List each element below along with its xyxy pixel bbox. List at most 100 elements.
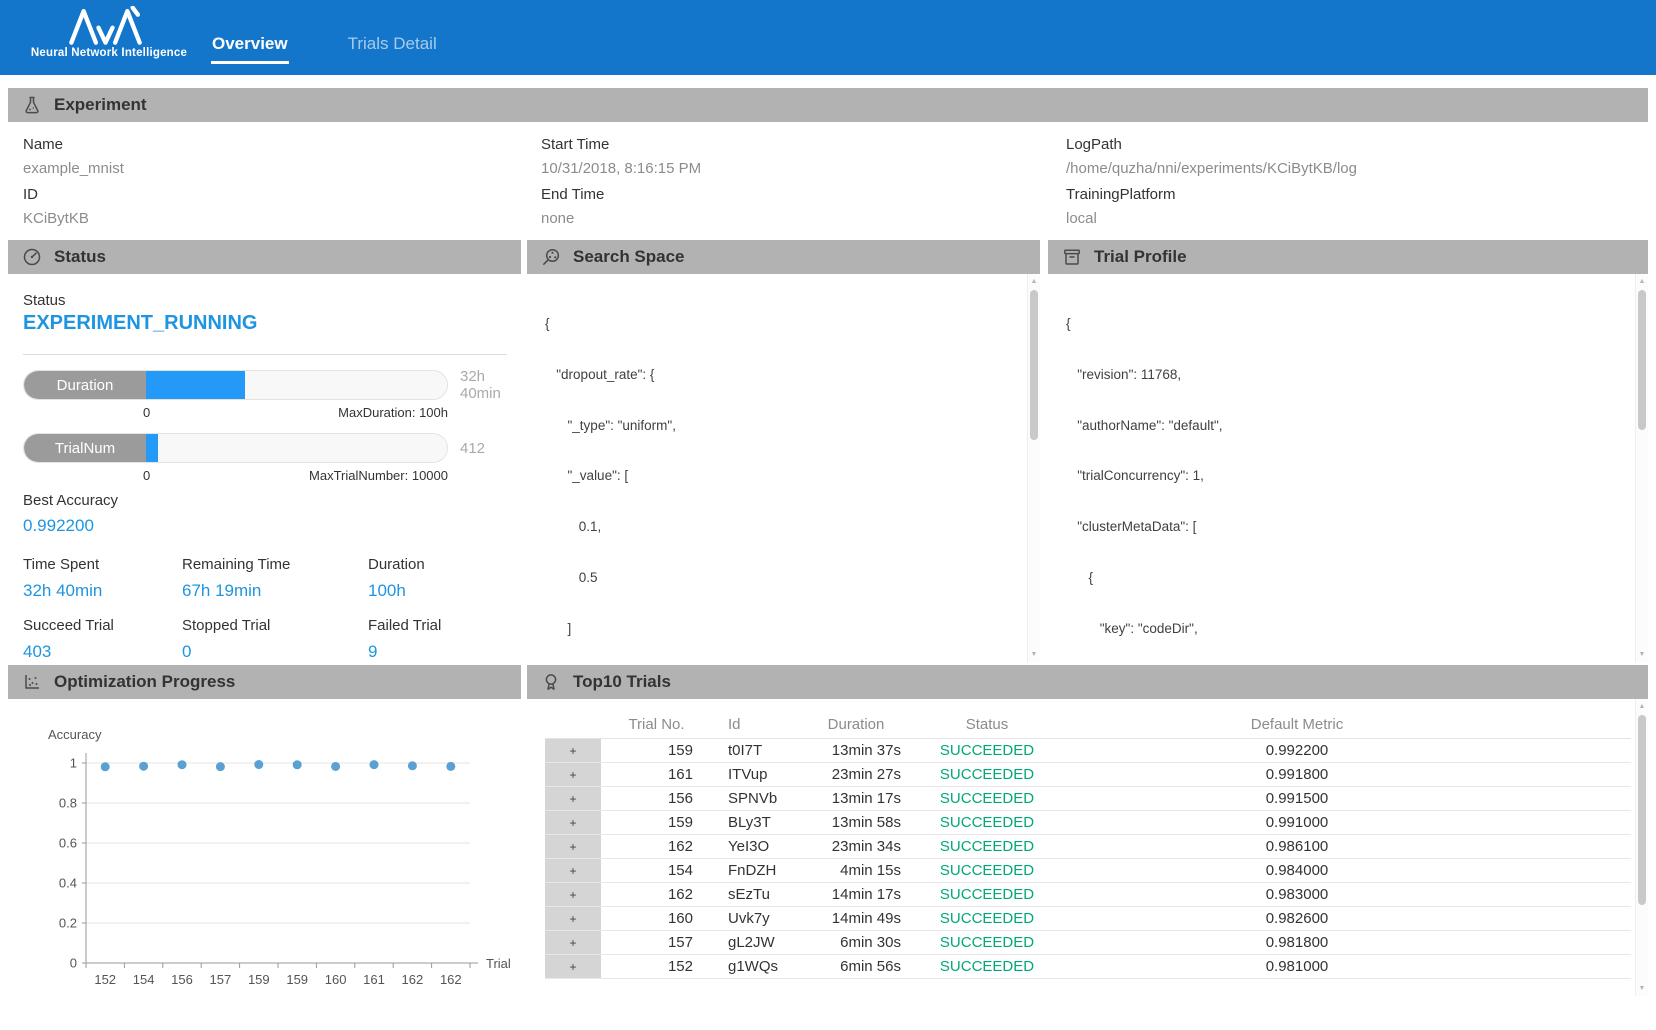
expand-row-button[interactable]: + [545, 859, 601, 882]
svg-text:0.4: 0.4 [59, 876, 77, 891]
scroll-down-icon[interactable]: ▼ [1028, 651, 1040, 658]
col-id: Id [712, 716, 805, 733]
experiment-col-3: LogPath /home/quzha/nni/experiments/KCiB… [1066, 136, 1357, 236]
trial-no-cell: 162 [601, 886, 712, 903]
field-start-time-label: Start Time [541, 136, 701, 153]
svg-text:0.2: 0.2 [59, 916, 77, 931]
trial-metric-cell: 0.981000 [1067, 958, 1527, 975]
table-row: + 162 sEzTu 14min 17s SUCCEEDED 0.983000 [545, 883, 1631, 907]
table-row: + 152 g1WQs 6min 56s SUCCEEDED 0.981000 [545, 955, 1631, 979]
top10-scrollbar[interactable]: ▲ ▼ [1635, 699, 1648, 996]
table-row: + 159 BLy3T 13min 58s SUCCEEDED 0.991000 [545, 811, 1631, 835]
field-id: ID KCiBytKB [23, 186, 124, 227]
trialnum-bar-row: TrialNum 412 0 MaxTrialNumber: 10000 [23, 433, 515, 463]
experiment-header: Experiment [8, 88, 1648, 122]
trial-id-cell: t0I7T [712, 742, 805, 759]
scroll-up-icon[interactable]: ▲ [1636, 703, 1648, 710]
expand-row-button[interactable]: + [545, 931, 601, 954]
nni-logo: Neural Network Intelligence [24, 6, 194, 59]
navbar: Neural Network Intelligence Overview Tri… [0, 0, 1656, 75]
svg-text:Trial: Trial [486, 956, 511, 971]
trial-duration-cell: 23min 27s [805, 766, 907, 783]
scroll-up-icon[interactable]: ▲ [1028, 278, 1040, 285]
expand-row-button[interactable]: + [545, 907, 601, 930]
trial-id-cell: gL2JW [712, 934, 805, 951]
trial-duration-cell: 6min 56s [805, 958, 907, 975]
trial-duration-cell: 6min 30s [805, 934, 907, 951]
search-space-icon [541, 247, 561, 267]
trial-profile-title: Trial Profile [1094, 247, 1187, 267]
field-training-platform-value: local [1066, 210, 1357, 227]
trial-status-cell: SUCCEEDED [907, 886, 1067, 903]
scroll-down-icon[interactable]: ▼ [1636, 985, 1648, 992]
field-training-platform: TrainingPlatform local [1066, 186, 1357, 227]
scroll-up-icon[interactable]: ▲ [1636, 278, 1648, 285]
scrollbar-thumb[interactable] [1638, 290, 1646, 430]
scroll-down-icon[interactable]: ▼ [1636, 651, 1648, 658]
search-space-scrollbar[interactable]: ▲ ▼ [1027, 274, 1040, 662]
status-title: Status [54, 247, 106, 267]
table-header-row: Trial No. Id Duration Status Default Met… [545, 711, 1631, 739]
gauge-icon [22, 247, 42, 267]
field-logpath: LogPath /home/quzha/nni/experiments/KCiB… [1066, 136, 1357, 177]
trial-no-cell: 162 [601, 838, 712, 855]
expand-row-button[interactable]: + [545, 835, 601, 858]
field-name-label: Name [23, 136, 124, 153]
stat-failed-trial: Failed Trial 9 [368, 617, 503, 662]
optimization-title: Optimization Progress [54, 672, 235, 692]
expand-row-button[interactable]: + [545, 955, 601, 978]
optimization-header: Optimization Progress [8, 665, 521, 699]
svg-text:160: 160 [325, 972, 347, 987]
top10-header: Top10 Trials [527, 665, 1648, 699]
tab-overview[interactable]: Overview [212, 34, 288, 54]
archive-box-icon [1062, 247, 1082, 267]
svg-text:157: 157 [210, 972, 232, 987]
trial-metric-cell: 0.982600 [1067, 910, 1527, 927]
status-stats-grid: Time Spent 32h 40min Remaining Time 67h … [23, 556, 503, 662]
table-row: + 156 SPNVb 13min 17s SUCCEEDED 0.991500 [545, 787, 1631, 811]
best-accuracy-value: 0.992200 [23, 516, 94, 536]
expand-row-button[interactable]: + [545, 763, 601, 786]
trial-status-cell: SUCCEEDED [907, 934, 1067, 951]
expand-row-button[interactable]: + [545, 811, 601, 834]
field-end-time-label: End Time [541, 186, 701, 203]
expand-row-button[interactable]: + [545, 787, 601, 810]
scatter-chart-icon [22, 672, 42, 692]
svg-text:159: 159 [248, 972, 270, 987]
col-duration: Duration [805, 716, 907, 733]
svg-text:1: 1 [70, 756, 77, 771]
trial-status-cell: SUCCEEDED [907, 790, 1067, 807]
expand-row-button[interactable]: + [545, 883, 601, 906]
trial-profile-scrollbar[interactable]: ▲ ▼ [1635, 274, 1648, 662]
trial-no-cell: 159 [601, 814, 712, 831]
scrollbar-thumb[interactable] [1638, 715, 1646, 905]
trial-metric-cell: 0.983000 [1067, 886, 1527, 903]
table-row: + 157 gL2JW 6min 30s SUCCEEDED 0.981800 [545, 931, 1631, 955]
tab-overview-label: Overview [212, 34, 288, 53]
svg-text:0.6: 0.6 [59, 836, 77, 851]
duration-min: 0 [143, 405, 150, 420]
trialnum-bar-value: 412 [460, 433, 485, 463]
logo-title: Neural Network Intelligence [24, 47, 194, 59]
trial-no-cell: 152 [601, 958, 712, 975]
expand-row-button[interactable]: + [545, 739, 601, 762]
stat-succeed-trial: Succeed Trial 403 [23, 617, 182, 662]
scrollbar-thumb[interactable] [1030, 290, 1038, 440]
trialnum-bar-fill [146, 434, 158, 462]
trial-profile-json: { "revision": 11768, "authorName": "defa… [1066, 284, 1626, 658]
trial-id-cell: g1WQs [712, 958, 805, 975]
stat-duration: Duration 100h [368, 556, 503, 601]
tab-trials-detail[interactable]: Trials Detail [348, 34, 437, 54]
trial-metric-cell: 0.981800 [1067, 934, 1527, 951]
duration-max: MaxDuration: 100h [338, 405, 448, 420]
field-end-time-value: none [541, 210, 701, 227]
trial-duration-cell: 4min 15s [805, 862, 907, 879]
duration-bar-label: Duration [24, 371, 146, 399]
table-row: + 161 ITVup 23min 27s SUCCEEDED 0.991800 [545, 763, 1631, 787]
trial-metric-cell: 0.986100 [1067, 838, 1527, 855]
top10-title: Top10 Trials [573, 672, 671, 692]
flask-icon [22, 95, 42, 115]
trial-id-cell: SPNVb [712, 790, 805, 807]
trial-metric-cell: 0.991000 [1067, 814, 1527, 831]
trial-no-cell: 154 [601, 862, 712, 879]
